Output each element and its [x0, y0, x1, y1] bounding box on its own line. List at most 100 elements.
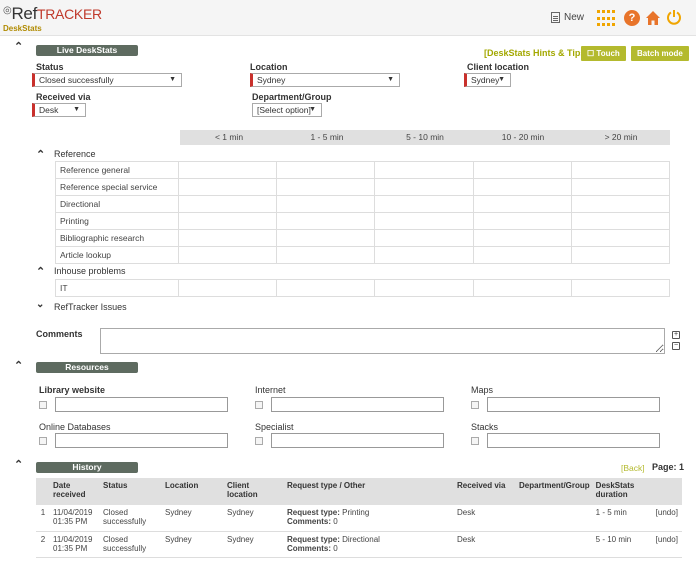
help-icon[interactable]: ? — [624, 10, 640, 26]
specialist-input[interactable] — [271, 433, 444, 448]
maps-checkbox[interactable] — [471, 401, 479, 409]
duration-cell[interactable] — [179, 196, 278, 212]
undo-link[interactable]: [undo] — [652, 531, 682, 558]
duration-cell[interactable] — [375, 230, 474, 246]
reftracker-issues-group-title[interactable]: RefTracker Issues — [54, 302, 127, 312]
duration-cell[interactable] — [572, 196, 671, 212]
online-databases-checkbox[interactable] — [39, 437, 47, 445]
internet-input[interactable] — [271, 397, 444, 412]
expand-comments-icon[interactable]: + — [672, 331, 680, 339]
duration-cell[interactable] — [375, 213, 474, 229]
duration-cell[interactable] — [375, 196, 474, 212]
reftracker-logo[interactable]: ◎RefTRACKER — [3, 4, 102, 24]
comments-key: Comments: — [287, 517, 332, 526]
duration-col-lt1: < 1 min — [214, 132, 244, 142]
duration-cell[interactable] — [375, 280, 474, 296]
duration-cell[interactable] — [277, 230, 376, 246]
history-section-title[interactable]: History — [36, 462, 138, 473]
client-location-select[interactable]: Sydney ▼ — [464, 73, 511, 87]
location-select[interactable]: Sydney ▼ — [250, 73, 400, 87]
duration-cell[interactable] — [474, 213, 572, 229]
maps-input[interactable] — [487, 397, 660, 412]
col-duration: DeskStats duration — [592, 478, 653, 505]
duration-cell[interactable] — [572, 179, 671, 195]
status-select[interactable]: Closed successfully ▼ — [32, 73, 182, 87]
duration-cell[interactable] — [474, 280, 572, 296]
internet-checkbox[interactable] — [255, 401, 263, 409]
date-cell: 11/04/2019 01:35 PM — [50, 531, 100, 558]
duration-cell[interactable] — [179, 162, 278, 178]
duration-cell[interactable] — [474, 230, 572, 246]
home-icon[interactable] — [645, 10, 661, 26]
specialist-checkbox[interactable] — [255, 437, 263, 445]
duration-cell[interactable] — [375, 247, 474, 263]
undo-link[interactable]: [undo] — [652, 505, 682, 532]
received-via-select[interactable]: Desk ▼ — [32, 103, 86, 117]
comments-value: 0 — [333, 543, 338, 553]
duration-cell[interactable] — [572, 213, 671, 229]
duration-cell[interactable] — [572, 280, 671, 296]
touch-button[interactable]: ☐ Touch — [581, 46, 626, 61]
duration-cell[interactable] — [474, 179, 572, 195]
duration-cell[interactable] — [179, 213, 278, 229]
row-label: Article lookup — [55, 247, 179, 263]
chevron-down-icon: ▼ — [73, 106, 80, 113]
duration-cell[interactable] — [277, 213, 376, 229]
duration-cell[interactable] — [277, 196, 376, 212]
stacks-checkbox[interactable] — [471, 437, 479, 445]
duration-col-5-10: 5 - 10 min — [406, 132, 444, 142]
resources-section-title[interactable]: Resources — [36, 362, 138, 373]
duration-cell[interactable] — [572, 230, 671, 246]
apps-grid-icon[interactable] — [597, 10, 617, 28]
comments-key: Comments: — [287, 543, 332, 553]
live-deskstats-section-title[interactable]: Live DeskStats — [36, 45, 138, 56]
duration-cell[interactable] — [572, 162, 671, 178]
col-undo — [652, 478, 682, 505]
history-header-row: Date received Status Location Client loc… — [36, 478, 682, 505]
collapse-history-icon[interactable]: ⌃ — [14, 458, 23, 471]
deskstats-hints-link[interactable]: [DeskStats Hints & Tips] — [484, 48, 588, 58]
duration-cell[interactable] — [375, 179, 474, 195]
received-via-cell: Desk — [454, 531, 516, 558]
duration-cell[interactable] — [179, 280, 278, 296]
stacks-input[interactable] — [487, 433, 660, 448]
duration-cell[interactable] — [277, 179, 376, 195]
duration-cell[interactable] — [179, 230, 278, 246]
reference-group-title[interactable]: Reference — [54, 149, 96, 159]
logo-tracker-text: TRACKER — [37, 6, 102, 22]
library-website-input[interactable] — [55, 397, 228, 412]
duration-cell[interactable] — [375, 162, 474, 178]
batch-mode-button[interactable]: Batch mode — [631, 46, 689, 61]
library-website-checkbox[interactable] — [39, 401, 47, 409]
collapse-resources-icon[interactable]: ⌃ — [14, 359, 23, 372]
new-button[interactable]: New — [551, 12, 584, 23]
power-icon[interactable] — [666, 9, 682, 25]
expand-reftracker-icon[interactable]: ⌄ — [36, 299, 44, 310]
department-select[interactable]: [Select option] ▼ — [252, 103, 322, 117]
page-indicator: Page: 1 — [652, 462, 685, 472]
duration-cell[interactable] — [277, 162, 376, 178]
duration-cell[interactable] — [572, 247, 671, 263]
collapse-comments-icon[interactable]: − — [672, 342, 680, 350]
client-location-cell: Sydney — [224, 505, 284, 532]
row-label: Printing — [55, 213, 179, 229]
duration-cell[interactable] — [474, 247, 572, 263]
duration-col-gt20: > 20 min — [604, 132, 638, 142]
duration-cell[interactable] — [277, 247, 376, 263]
client-location-select-value: Sydney — [471, 75, 500, 85]
duration-cell[interactable] — [179, 179, 278, 195]
duration-cell[interactable] — [474, 162, 572, 178]
online-databases-input[interactable] — [55, 433, 228, 448]
duration-cell[interactable] — [474, 196, 572, 212]
back-link[interactable]: [Back] — [621, 463, 645, 473]
reference-grid: Reference general Reference special serv… — [55, 161, 671, 264]
inhouse-group-title[interactable]: Inhouse problems — [54, 266, 126, 276]
comments-textarea[interactable] — [100, 328, 665, 354]
collapse-reference-icon[interactable]: ⌃ — [36, 148, 45, 161]
maps-label: Maps — [471, 385, 494, 395]
duration-cell[interactable] — [179, 247, 278, 263]
collapse-inhouse-icon[interactable]: ⌃ — [36, 265, 45, 278]
duration-cell[interactable] — [277, 280, 376, 296]
grid-row: Article lookup — [55, 247, 671, 264]
collapse-live-icon[interactable]: ⌃ — [14, 40, 23, 53]
